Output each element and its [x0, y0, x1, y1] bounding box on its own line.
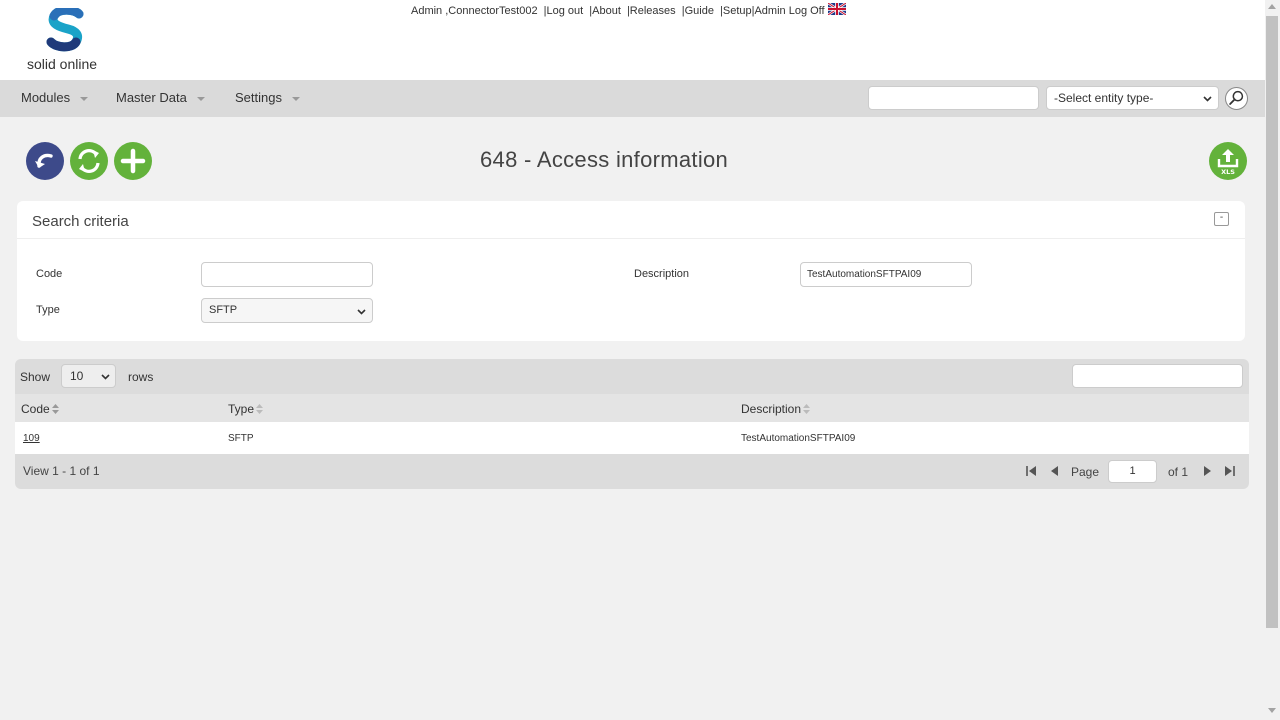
show-label: Show — [20, 370, 51, 384]
grid-filter-input[interactable] — [1072, 364, 1243, 388]
scrollbar-thumb[interactable] — [1266, 16, 1278, 628]
next-page-icon[interactable] — [1201, 465, 1213, 477]
description-label: Description — [634, 268, 690, 280]
global-search-input[interactable] — [868, 86, 1039, 110]
first-page-icon[interactable] — [1025, 465, 1037, 477]
admin-log-off-link[interactable]: Admin Log Off — [754, 5, 824, 17]
chevron-down-icon — [1203, 96, 1212, 102]
page-label: Page — [1071, 465, 1100, 479]
rows-label: rows — [128, 370, 154, 384]
about-link[interactable]: About — [592, 5, 621, 17]
chevron-down-icon — [357, 309, 366, 315]
page-title: 648 - Access information — [480, 147, 729, 172]
xls-export-icon: XLS — [1217, 149, 1239, 176]
row-code-link[interactable]: 109 — [23, 433, 40, 444]
results-grid: Show 10 rows Code Type Description 109 S… — [15, 359, 1249, 489]
search-criteria-panel: Search criteria - Code Description TestA… — [17, 201, 1245, 341]
description-input[interactable]: TestAutomationSFTPAI09 — [800, 262, 972, 287]
code-label: Code — [36, 268, 63, 280]
sort-icon — [51, 404, 59, 414]
refresh-icon — [78, 149, 100, 173]
guide-link[interactable]: Guide — [685, 5, 714, 17]
solid-logo-mark — [46, 8, 84, 52]
main-navbar: Modules Master Data Settings -Select ent… — [0, 80, 1265, 117]
logo-text: solid online — [27, 56, 98, 72]
releases-link[interactable]: Releases — [630, 5, 676, 17]
view-info: View 1 - 1 of 1 — [23, 464, 100, 478]
scroll-up-icon[interactable] — [1268, 4, 1276, 9]
row-type: SFTP — [228, 433, 254, 444]
page-number-input[interactable]: 1 — [1108, 460, 1157, 483]
search-criteria-title: Search criteria — [32, 213, 129, 230]
page-of-label: of 1 — [1168, 465, 1189, 479]
app-logo[interactable]: solid online — [27, 8, 107, 74]
column-header-type[interactable]: Type — [228, 402, 264, 416]
column-header-description[interactable]: Description — [741, 402, 811, 416]
code-input[interactable] — [201, 262, 373, 287]
grid-header: Code Type Description — [15, 394, 1249, 422]
collapse-button[interactable]: - — [1214, 212, 1229, 226]
uk-flag-icon[interactable] — [827, 3, 846, 15]
row-description: TestAutomationSFTPAI09 — [741, 433, 856, 444]
nav-master-data[interactable]: Master Data — [116, 90, 205, 105]
sort-icon — [256, 404, 264, 414]
search-go-button[interactable] — [1225, 87, 1248, 110]
type-label: Type — [36, 304, 60, 316]
nav-settings[interactable]: Settings — [235, 90, 300, 105]
type-select[interactable]: SFTP — [201, 298, 373, 323]
caret-down-icon — [291, 96, 300, 101]
refresh-button[interactable] — [70, 142, 108, 180]
scroll-down-icon[interactable] — [1268, 708, 1276, 713]
column-header-code[interactable]: Code — [21, 402, 59, 416]
nav-modules[interactable]: Modules — [21, 90, 89, 105]
sort-icon — [803, 404, 811, 414]
table-row[interactable]: 109 SFTP TestAutomationSFTPAI09 — [15, 422, 1249, 454]
chevron-down-icon — [101, 374, 110, 380]
plus-icon — [120, 148, 146, 174]
prev-page-icon[interactable] — [1049, 465, 1061, 477]
entity-type-select[interactable]: -Select entity type- — [1046, 86, 1219, 110]
add-button[interactable] — [114, 142, 152, 180]
grid-pager: View 1 - 1 of 1 Page 1 of 1 — [15, 454, 1249, 489]
app-header: solid online Admin ,ConnectorTest002 |Lo… — [0, 0, 1265, 80]
caret-down-icon — [80, 96, 89, 101]
caret-down-icon — [196, 96, 205, 101]
top-links: Admin ,ConnectorTest002 |Log out |About … — [411, 3, 846, 17]
export-xls-button[interactable]: XLS — [1209, 142, 1247, 180]
logout-link[interactable]: Log out — [547, 5, 584, 17]
last-page-icon[interactable] — [1224, 465, 1236, 477]
setup-link[interactable]: Setup — [723, 5, 752, 17]
magnifier-icon — [1229, 90, 1244, 105]
svg-text:XLS: XLS — [1221, 168, 1235, 176]
current-user: Admin ,ConnectorTest002 — [411, 5, 538, 17]
search-criteria-header: Search criteria - — [17, 201, 1245, 239]
undo-icon — [35, 153, 53, 168]
rows-per-page-select[interactable]: 10 — [61, 364, 116, 388]
back-button[interactable] — [26, 142, 64, 180]
